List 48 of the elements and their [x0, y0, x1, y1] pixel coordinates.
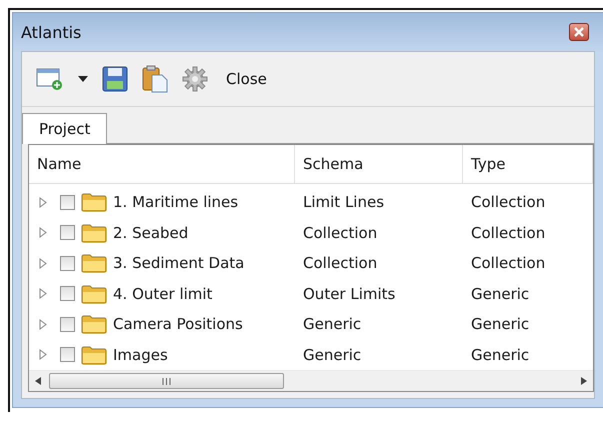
folder-icon	[81, 253, 107, 274]
checkbox[interactable]	[60, 347, 75, 362]
table-cell-text: Generic	[470, 315, 530, 334]
expand-arrow-icon[interactable]	[39, 196, 48, 208]
checkbox[interactable]	[60, 194, 75, 210]
expand-arrow-icon[interactable]	[39, 227, 48, 238]
expand-arrow-icon[interactable]	[39, 258, 48, 269]
folder-icon	[81, 344, 107, 365]
dropdown-caret-icon[interactable]	[78, 76, 88, 82]
table-cell-text: Generic	[470, 284, 530, 303]
column-header[interactable]: Schema	[295, 145, 463, 183]
table-cell-text: Generic	[302, 346, 362, 364]
folder-icon	[81, 314, 107, 334]
table-cell-text: Collection	[302, 224, 378, 242]
table-cell: Images	[113, 346, 168, 364]
scrollbar-thumb[interactable]	[49, 373, 284, 389]
close-button[interactable]: Close	[222, 70, 271, 88]
checkbox[interactable]	[60, 316, 75, 332]
checkbox[interactable]	[60, 225, 75, 240]
folder-icon	[81, 222, 107, 243]
folder-icon	[81, 192, 107, 212]
table-cell-text: Generic	[302, 315, 362, 334]
table-cell: 1. Maritime lines	[113, 193, 238, 212]
table-cell-text: Collection	[470, 254, 546, 272]
table-cell: 4. Outer limit	[113, 284, 212, 303]
table-cell-text: Collection	[470, 224, 546, 242]
expand-arrow-icon[interactable]	[39, 349, 48, 360]
save-icon[interactable]	[102, 66, 128, 92]
table-cell-text: Generic	[470, 346, 530, 364]
close-icon[interactable]	[569, 23, 589, 41]
table-cell-text: Collection	[470, 193, 546, 212]
checkbox[interactable]	[60, 286, 75, 302]
window-title: Atlantis	[21, 22, 82, 42]
table-cell-text: Limit Lines	[302, 193, 386, 212]
new-window-icon[interactable]	[36, 67, 64, 91]
tab[interactable]: Project	[22, 113, 108, 144]
table-cell: Camera Positions	[113, 315, 243, 334]
table-cell: 2. Seabed	[113, 224, 188, 242]
expand-arrow-icon[interactable]	[39, 318, 48, 330]
folder-icon	[81, 284, 107, 304]
table-cell-text: Outer Limits	[302, 284, 396, 303]
paste-icon[interactable]	[142, 65, 168, 93]
column-header[interactable]: Type	[463, 145, 593, 183]
table-cell: 3. Sediment Data	[113, 254, 244, 272]
checkbox[interactable]	[60, 256, 75, 271]
column-header[interactable]: Name	[29, 145, 295, 183]
table-cell-text: Collection	[302, 254, 378, 272]
expand-arrow-icon[interactable]	[39, 288, 48, 300]
